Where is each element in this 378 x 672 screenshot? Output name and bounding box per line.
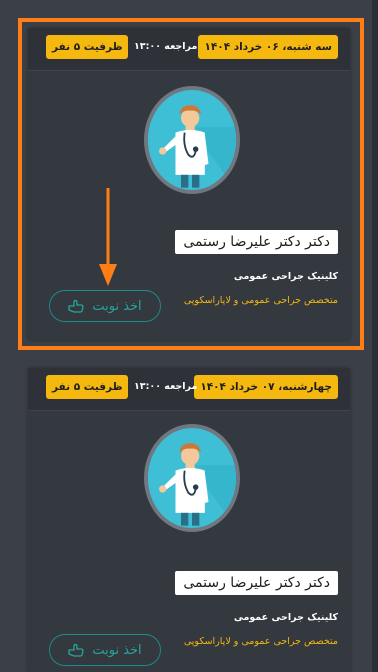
scrollbar[interactable]	[372, 0, 378, 672]
card-header: چهارشنبه، ۰۷ خرداد ۱۴۰۴ مراجعه ۱۳:۰۰ ظرف…	[28, 368, 350, 411]
appointment-card: چهارشنبه، ۰۷ خرداد ۱۴۰۴ مراجعه ۱۳:۰۰ ظرف…	[28, 368, 350, 672]
capacity-badge: ظرفیت ۵ نفر	[46, 375, 129, 399]
doctor-avatar-icon	[144, 424, 240, 532]
card-header: سه شنبه، ۰۶ خرداد ۱۴۰۴ مراجعه ۱۳:۰۰ ظرفی…	[28, 28, 350, 71]
doctor-specialty: متخصص جراحی عمومی و لاپاراسکوپی	[183, 636, 338, 647]
visit-time: مراجعه ۱۳:۰۰	[134, 381, 198, 392]
book-button-label: اخذ نوبت	[92, 642, 142, 658]
appointments-page: سه شنبه، ۰۶ خرداد ۱۴۰۴ مراجعه ۱۳:۰۰ ظرفی…	[0, 0, 378, 672]
doctor-specialty: متخصص جراحی عمومی و لاپاراسکوپی	[183, 295, 338, 306]
hand-pointer-icon	[68, 643, 84, 657]
visit-time: مراجعه ۱۳:۰۰	[134, 41, 198, 52]
doctor-name: دکتر دکتر علیرضا رستمی	[175, 230, 338, 254]
date-badge: چهارشنبه، ۰۷ خرداد ۱۴۰۴	[194, 375, 338, 399]
doctor-name: دکتر دکتر علیرضا رستمی	[175, 571, 338, 595]
hand-pointer-icon	[68, 299, 84, 313]
capacity-badge: ظرفیت ۵ نفر	[46, 35, 129, 59]
clinic-name: كلينيک جراحی عمومی	[233, 271, 338, 282]
doctor-avatar-icon	[144, 86, 240, 194]
appointment-card: سه شنبه، ۰۶ خرداد ۱۴۰۴ مراجعه ۱۳:۰۰ ظرفی…	[28, 28, 350, 340]
clinic-name: كلينيک جراحی عمومی	[233, 612, 338, 623]
book-appointment-button[interactable]: اخذ نوبت	[49, 290, 161, 322]
date-badge: سه شنبه، ۰۶ خرداد ۱۴۰۴	[198, 35, 338, 59]
book-appointment-button[interactable]: اخذ نوبت	[49, 634, 161, 666]
book-button-label: اخذ نوبت	[92, 298, 142, 314]
